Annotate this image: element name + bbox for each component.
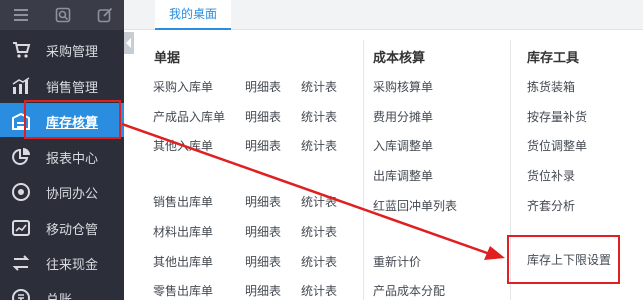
annotation-arrow xyxy=(121,122,505,260)
